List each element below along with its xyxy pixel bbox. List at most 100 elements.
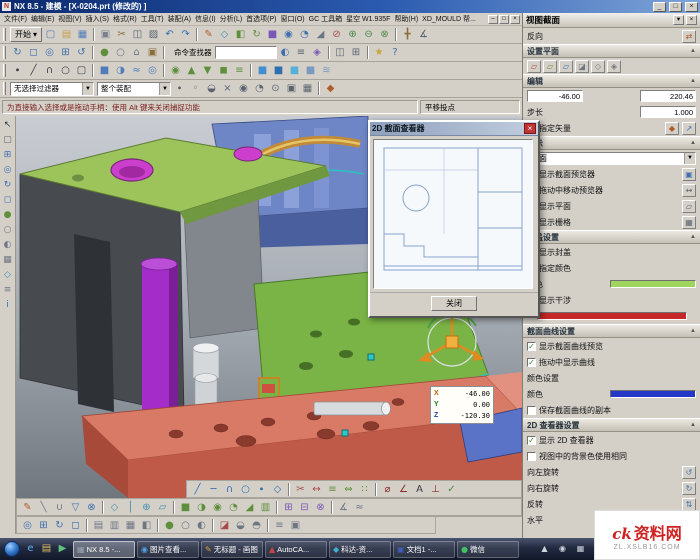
- analysis-curve-icon[interactable]: ≈: [352, 500, 367, 515]
- measure-icon[interactable]: ∡: [416, 27, 431, 42]
- rotate-right-button[interactable]: ↻: [682, 482, 696, 495]
- mirror-curve-icon[interactable]: ⇔: [341, 482, 356, 497]
- datum-plane-icon[interactable]: ◇: [217, 27, 232, 42]
- interference-color-swatch[interactable]: [537, 312, 687, 320]
- pan-tool-icon[interactable]: ⊞: [1, 148, 15, 162]
- revolve-feature-icon[interactable]: ◑: [113, 63, 128, 78]
- save-icon[interactable]: ▦: [75, 27, 90, 42]
- hole-feature-icon[interactable]: ◉: [168, 63, 183, 78]
- tray-network-icon[interactable]: ▦: [573, 541, 588, 557]
- snap-intersection-icon[interactable]: ×: [220, 81, 235, 96]
- menu-item-9[interactable]: 首选项(P): [244, 14, 278, 24]
- sketch-point-icon[interactable]: ∙: [254, 482, 269, 497]
- vector-dialog-button[interactable]: ◆: [665, 122, 679, 135]
- copy-icon[interactable]: ◫: [130, 27, 145, 42]
- right-view-icon[interactable]: ▦: [123, 518, 138, 533]
- chamfer-icon[interactable]: ◢: [313, 27, 328, 42]
- task-paint[interactable]: ✎无标题 - 画图: [201, 541, 263, 558]
- plane-yc-button[interactable]: ▱: [543, 60, 557, 73]
- show-curves-on-drag[interactable]: ✓拖动中显示曲线: [523, 354, 700, 370]
- distance-range-value-2[interactable]: 220.46: [640, 90, 696, 102]
- tray-expand-icon[interactable]: ▲: [537, 541, 552, 557]
- angular-dimension-icon[interactable]: ∠: [396, 482, 411, 497]
- show-interference[interactable]: ✓显示干涉: [523, 292, 700, 308]
- enable-snap-icon[interactable]: ◆: [323, 81, 338, 96]
- subtract-2-icon[interactable]: ⊟: [297, 500, 312, 515]
- task-word[interactable]: ▣文档1 -...: [393, 541, 455, 558]
- snap-center-icon[interactable]: ◉: [236, 81, 251, 96]
- wireframe-tool-icon[interactable]: ○: [1, 223, 15, 237]
- point-icon[interactable]: ∙: [10, 63, 25, 78]
- move-preview-on-drag[interactable]: ✓拖动中移动预览器↔: [523, 182, 700, 198]
- quick-trim-icon[interactable]: ✂: [293, 482, 308, 497]
- object-display-icon[interactable]: ◈: [310, 45, 325, 60]
- line-icon[interactable]: ╱: [26, 63, 41, 78]
- clip-section-icon[interactable]: ◪: [217, 518, 232, 533]
- show-2d-viewer[interactable]: ✓显示 2D 查看器: [523, 432, 700, 448]
- datum-csys-icon[interactable]: ⊕: [139, 500, 154, 515]
- rotate-left-button[interactable]: ↺: [682, 466, 696, 479]
- touch-mode-icon[interactable]: ⊞: [349, 45, 364, 60]
- hole-icon[interactable]: ◉: [281, 27, 296, 42]
- print-icon[interactable]: ▣: [98, 27, 113, 42]
- revolve-2-icon[interactable]: ◑: [194, 500, 209, 515]
- inferred-vector-button[interactable]: ↗: [682, 122, 696, 135]
- snap-midpoint-icon[interactable]: ◒: [204, 81, 219, 96]
- isometric-view-icon[interactable]: ◧: [139, 518, 154, 533]
- rotate-icon[interactable]: ↺: [74, 45, 89, 60]
- menu-item-8[interactable]: 分析(L): [218, 14, 245, 24]
- distance-range-value-1[interactable]: -46.00: [527, 90, 583, 102]
- show-curves-on-drag-checkbox[interactable]: ✓: [527, 358, 536, 367]
- menu-item-11[interactable]: GC 工具箱: [307, 14, 344, 24]
- show-grid-button[interactable]: ▦: [682, 216, 696, 229]
- dialog-close-button[interactable]: 关闭: [431, 296, 477, 311]
- viewer-settings-group[interactable]: 2D 查看器设置▲: [523, 418, 700, 432]
- block-icon[interactable]: ■: [265, 27, 280, 42]
- rotate-view-icon[interactable]: ↻: [52, 518, 67, 533]
- wave-link-icon[interactable]: ≋: [319, 63, 334, 78]
- top-view-icon[interactable]: ▥: [107, 518, 122, 533]
- menu-item-1[interactable]: 编辑(E): [29, 14, 56, 24]
- tray-volume-icon[interactable]: ◉: [555, 541, 570, 557]
- child-close-button[interactable]: ×: [510, 15, 520, 24]
- paste-icon[interactable]: ▨: [146, 27, 161, 42]
- new-file-icon[interactable]: ▢: [43, 27, 58, 42]
- menu-item-7[interactable]: 信息(I): [193, 14, 218, 24]
- rectangle-select-icon[interactable]: ▢: [1, 133, 15, 147]
- sketch-polygon-icon[interactable]: ◇: [270, 482, 285, 497]
- dialog-close-icon[interactable]: ×: [524, 123, 536, 134]
- panel-header[interactable]: 视图截面 ▾ ×: [523, 13, 700, 28]
- start-orb-button[interactable]: [4, 541, 20, 557]
- pan-view-icon[interactable]: ⊞: [58, 45, 73, 60]
- studio-display-icon[interactable]: ◐: [194, 518, 209, 533]
- show-2d-viewer-checkbox[interactable]: ✓: [527, 436, 536, 445]
- rib-icon[interactable]: ≡: [232, 63, 247, 78]
- roles-icon[interactable]: ★: [372, 45, 387, 60]
- project-curve-icon[interactable]: ▽: [68, 500, 83, 515]
- show-curve-preview[interactable]: ✓显示截面曲线预览: [523, 338, 700, 354]
- menu-item-4[interactable]: 格式(R): [111, 14, 139, 24]
- rapid-dimension-icon[interactable]: ⌀: [380, 482, 395, 497]
- unite-2-icon[interactable]: ⊞: [281, 500, 296, 515]
- datum-display-icon[interactable]: ◇: [1, 268, 15, 282]
- media-icon[interactable]: ▶: [55, 541, 70, 557]
- plane-custom-button[interactable]: ◇: [591, 60, 605, 73]
- measure-distance-icon[interactable]: ∡: [336, 500, 351, 515]
- plane-grid-icon[interactable]: ▱: [155, 500, 170, 515]
- task-wechat[interactable]: ●微信: [457, 541, 519, 558]
- open-folder-icon[interactable]: ▤: [59, 27, 74, 42]
- save-curve-copy-checkbox[interactable]: [527, 406, 536, 415]
- chamfer-2-icon[interactable]: ◢: [242, 500, 257, 515]
- assembly-scope-dropdown[interactable]: 整个装配 ▼: [97, 82, 171, 96]
- menu-item-14[interactable]: XD_MOULD 帮...: [420, 14, 478, 24]
- show-plane[interactable]: 显示平面▱: [523, 198, 700, 214]
- menu-item-2[interactable]: 视图(V): [56, 14, 83, 24]
- sweep-icon[interactable]: ≈: [129, 63, 144, 78]
- specify-vector-row[interactable]: 指定矢量◆↗: [523, 120, 700, 136]
- child-minimize-button[interactable]: –: [488, 15, 498, 24]
- sketch-icon[interactable]: ✎: [201, 27, 216, 42]
- show-cap[interactable]: ✓显示封盖: [523, 244, 700, 260]
- move-object-icon[interactable]: ╋: [400, 27, 415, 42]
- panel-close-button[interactable]: ×: [686, 15, 697, 25]
- wireframe-display-icon[interactable]: ○: [178, 518, 193, 533]
